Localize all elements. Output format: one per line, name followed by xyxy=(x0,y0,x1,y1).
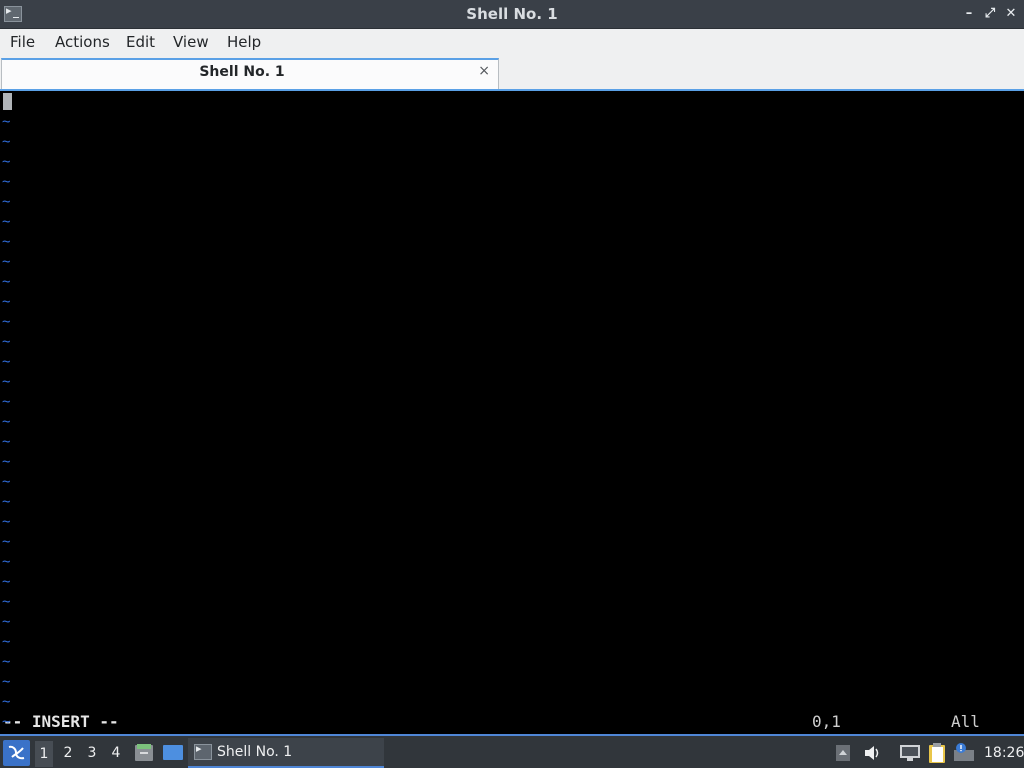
desktop-icon[interactable] xyxy=(162,744,184,762)
empty-line-tilde: ~ xyxy=(2,474,11,490)
empty-line-tilde: ~ xyxy=(2,434,11,450)
empty-line-tilde: ~ xyxy=(2,494,11,510)
volume-icon[interactable] xyxy=(863,744,883,762)
menu-help[interactable]: Help xyxy=(227,33,261,51)
empty-line-tilde: ~ xyxy=(2,594,11,610)
empty-line-tilde: ~ xyxy=(2,454,11,470)
menu-actions[interactable]: Actions xyxy=(55,33,110,51)
taskbar: 1 2 3 4 Shell No. 1 18:26 xyxy=(0,734,1024,768)
cursor-position: 0,1 xyxy=(812,712,841,731)
clipboard-icon[interactable] xyxy=(927,742,947,764)
title-bar: Shell No. 1 – ⤢ ✕ xyxy=(0,0,1024,29)
notification-icon[interactable] xyxy=(953,742,975,762)
vim-mode-indicator: -- INSERT -- xyxy=(3,712,119,731)
workspace-1[interactable]: 1 xyxy=(35,741,53,767)
tray-arrow-icon[interactable] xyxy=(835,744,851,762)
menu-file[interactable]: File xyxy=(10,33,35,51)
empty-line-tilde: ~ xyxy=(2,354,11,370)
clock: 18:26 xyxy=(984,745,1024,761)
empty-line-tilde: ~ xyxy=(2,534,11,550)
empty-line-tilde: ~ xyxy=(2,634,11,650)
empty-line-tilde: ~ xyxy=(2,554,11,570)
empty-line-tilde: ~ xyxy=(2,574,11,590)
workspace-2[interactable]: 2 xyxy=(59,745,77,761)
workspace-4[interactable]: 4 xyxy=(107,745,125,761)
empty-line-tilde: ~ xyxy=(2,254,11,270)
empty-line-tilde: ~ xyxy=(2,134,11,150)
tab-shell-1[interactable]: Shell No. 1 × xyxy=(1,58,499,89)
empty-line-tilde: ~ xyxy=(2,194,11,210)
terminal-area[interactable]: -- INSERT -- 0,1 All ~ ~ ~ ~ ~ ~ ~ ~ ~ ~ ~ ~ ~ ~ ~ ~ ~ ~ ~… xyxy=(0,91,1024,734)
empty-line-tilde: ~ xyxy=(2,654,11,670)
maximize-button[interactable]: ⤢ xyxy=(982,5,998,23)
file-manager-icon[interactable] xyxy=(134,743,154,763)
empty-line-tilde: ~ xyxy=(2,414,11,430)
scroll-indicator: All xyxy=(951,712,980,731)
empty-line-tilde: ~ xyxy=(2,514,11,530)
empty-line-tilde: ~ xyxy=(2,294,11,310)
minimize-button[interactable]: – xyxy=(961,5,977,23)
terminal-icon xyxy=(194,742,212,760)
start-logo-icon xyxy=(8,745,25,760)
empty-line-tilde: ~ xyxy=(2,314,11,330)
empty-line-tilde: ~ xyxy=(2,394,11,410)
task-label: Shell No. 1 xyxy=(217,744,293,760)
task-shell-1[interactable]: Shell No. 1 xyxy=(188,738,384,768)
menu-bar: File Actions Edit View Help xyxy=(0,29,1024,56)
empty-line-tilde: ~ xyxy=(2,114,11,130)
empty-line-tilde: ~ xyxy=(2,694,11,710)
empty-line-tilde: ~ xyxy=(2,674,11,690)
menu-view[interactable]: View xyxy=(173,33,209,51)
start-menu-button[interactable] xyxy=(3,740,30,766)
empty-line-tilde: ~ xyxy=(2,374,11,390)
empty-line-tilde: ~ xyxy=(2,274,11,290)
network-icon[interactable] xyxy=(899,744,921,762)
text-cursor xyxy=(3,93,12,110)
empty-line-tilde: ~ xyxy=(2,234,11,250)
workspace-3[interactable]: 3 xyxy=(83,745,101,761)
empty-line-tilde: ~ xyxy=(2,154,11,170)
empty-line-tilde: ~ xyxy=(2,714,11,730)
empty-line-tilde: ~ xyxy=(2,214,11,230)
tab-bar: Shell No. 1 × xyxy=(0,56,1024,89)
empty-line-tilde: ~ xyxy=(2,614,11,630)
menu-edit[interactable]: Edit xyxy=(126,33,155,51)
window-title: Shell No. 1 xyxy=(466,5,558,23)
empty-line-tilde: ~ xyxy=(2,174,11,190)
tab-label: Shell No. 1 xyxy=(199,64,285,80)
tab-close-icon[interactable]: × xyxy=(478,63,490,79)
empty-line-tilde: ~ xyxy=(2,334,11,350)
close-button[interactable]: ✕ xyxy=(1003,5,1019,23)
